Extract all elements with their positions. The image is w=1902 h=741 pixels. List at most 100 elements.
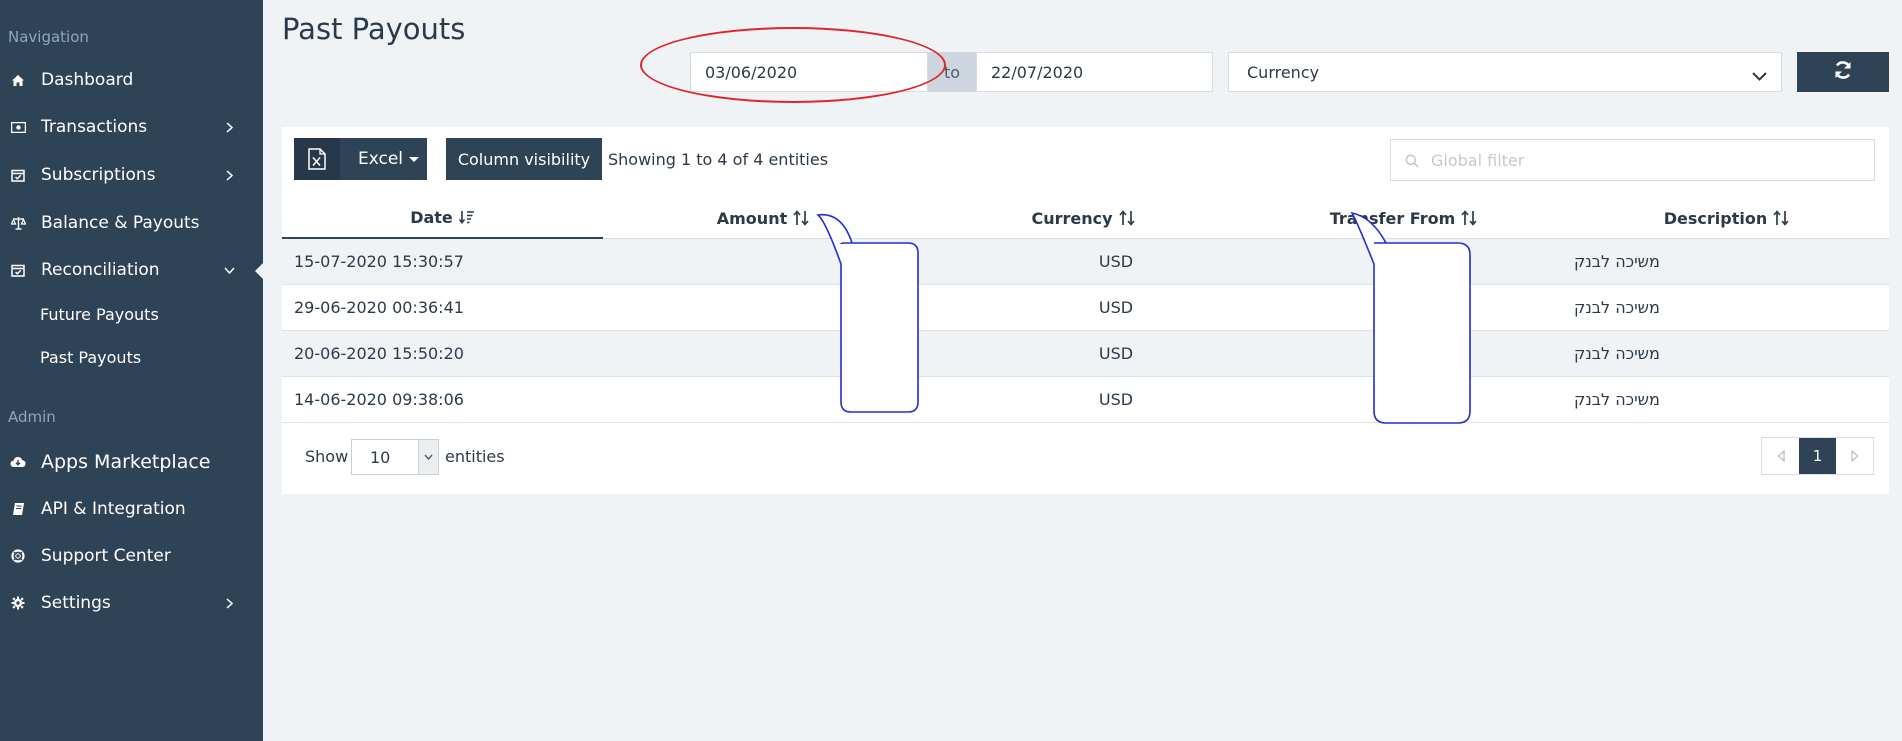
cell-date: 14-06-2020 09:38:06 [294,390,464,409]
sidebar-item-support-center[interactable]: Support Center [0,541,263,571]
sort-desc-icon [458,210,475,224]
caret-down-icon [409,156,420,162]
column-header-label: Date [410,207,453,227]
column-header-label: Description [1663,208,1768,228]
column-header-description[interactable]: Description [1564,197,1889,239]
currency-select-value: Currency [1247,62,1320,82]
sidebar-item-label: Reconciliation [41,260,160,280]
page-title: Past Payouts [282,12,466,46]
cell-currency: USD [1098,390,1134,409]
column-header-currency[interactable]: Currency [923,197,1243,239]
previous-page-button[interactable] [1762,438,1799,474]
active-item-indicator [255,262,264,280]
column-header-amount[interactable]: Amount [603,197,923,239]
sidebar-item-dashboard[interactable]: Dashboard [0,65,263,95]
calendar-check-icon [10,167,26,183]
cell-currency: USD [1098,344,1134,363]
sort-both-icon [1461,210,1477,226]
global-filter-field[interactable] [1390,139,1875,181]
table-row[interactable]: 29-06-2020 00:36:41 USD משיכה לבנק [282,285,1889,331]
cell-date: 15-07-2020 15:30:57 [294,252,464,271]
cell-currency: USD [1098,252,1134,271]
sidebar-item-transactions[interactable]: Transactions [0,112,263,142]
table-row[interactable]: 15-07-2020 15:30:57 USD משיכה לבנק [282,239,1889,285]
sort-both-icon [1773,210,1789,226]
triangle-right-icon [1850,450,1858,462]
column-header-date[interactable]: Date [282,197,603,239]
chevron-right-icon [223,121,235,133]
pagination: 1 [1761,437,1874,475]
cell-description: משיכה לבנק [1574,252,1660,271]
nav-section-navigation: Navigation [8,28,89,46]
sidebar-item-balance-payouts[interactable]: Balance & Payouts [0,208,263,238]
table-info-text: Showing 1 to 4 of 4 entities [608,150,829,169]
sidebar-subitem-past-payouts[interactable]: Past Payouts [40,348,141,367]
column-header-label: Amount [716,208,788,228]
date-range-separator: to [928,52,976,92]
refresh-icon [1833,60,1853,84]
nav-section-admin: Admin [8,408,56,426]
date-to-input[interactable] [976,52,1213,92]
sidebar-item-label: API & Integration [41,499,186,519]
triangle-left-icon [1777,450,1785,462]
global-filter-input[interactable] [1431,140,1861,180]
calendar-check-icon [10,262,26,278]
cell-currency: USD [1098,298,1134,317]
excel-export-button[interactable]: Excel [294,138,427,180]
chevron-down-icon [1752,66,1767,85]
cell-date: 29-06-2020 00:36:41 [294,298,464,317]
sidebar-item-apps-marketplace[interactable]: Apps Marketplace [0,447,263,477]
column-visibility-button[interactable]: Column visibility [446,138,602,180]
table-row[interactable]: 14-06-2020 09:38:06 USD משיכה לבנק [282,377,1889,423]
cell-description: משיכה לבנק [1574,344,1660,363]
date-from-input[interactable] [690,52,928,92]
sidebar-item-label: Support Center [41,546,171,566]
currency-select[interactable]: Currency [1228,52,1782,92]
sidebar-item-label: Balance & Payouts [41,213,200,233]
page-size-value: 10 [370,448,391,467]
sidebar-item-subscriptions[interactable]: Subscriptions [0,160,263,190]
refresh-button[interactable] [1797,52,1889,92]
cell-description: משיכה לבנק [1574,298,1660,317]
home-icon [10,72,26,88]
table-header: Date Amount Currency Transfer From Descr… [282,197,1889,239]
excel-button-label: Excel [358,149,404,169]
next-page-button[interactable] [1836,438,1873,474]
page-button-current[interactable]: 1 [1799,438,1836,474]
column-header-transfer-from[interactable]: Transfer From [1243,197,1564,239]
sidebar: Navigation Dashboard Transactions Subscr… [0,0,264,741]
sidebar-subitem-future-payouts[interactable]: Future Payouts [40,305,159,324]
cloud-download-icon [10,454,26,470]
sidebar-item-label: Dashboard [41,70,134,90]
sort-both-icon [1118,210,1135,226]
chevron-down-icon [418,440,438,474]
table-row[interactable]: 20-06-2020 15:50:20 USD משיכה לבנק [282,331,1889,377]
gear-icon [10,595,26,611]
table-body: 15-07-2020 15:30:57 USD משיכה לבנק 29-06… [282,239,1889,423]
money-icon [10,119,26,135]
chevron-right-icon [223,597,235,609]
sidebar-item-label: Apps Marketplace [41,451,211,473]
column-header-label: Currency [1031,208,1113,228]
page-size-label: Show [305,447,349,466]
column-header-label: Transfer From [1329,208,1456,228]
chevron-right-icon [223,169,235,181]
sort-both-icon [793,210,809,226]
sidebar-item-settings[interactable]: Settings [0,588,263,618]
sidebar-item-reconciliation[interactable]: Reconciliation [0,255,263,285]
scale-icon [10,215,26,231]
cell-description: משיכה לבנק [1574,390,1660,409]
book-icon [10,501,26,517]
sidebar-item-label: Subscriptions [41,165,156,185]
sidebar-item-label: Settings [41,593,111,613]
chevron-down-icon [223,264,235,276]
excel-file-icon [294,138,340,180]
cell-date: 20-06-2020 15:50:20 [294,344,464,363]
life-ring-icon [10,548,26,564]
payouts-table-panel: Excel Column visibility Showing 1 to 4 o… [282,127,1889,494]
sidebar-item-api-integration[interactable]: API & Integration [0,494,263,524]
page-size-select[interactable]: 10 [351,439,439,475]
sidebar-item-label: Transactions [41,117,148,137]
search-icon [1405,153,1419,172]
entities-label: entities [445,447,505,466]
